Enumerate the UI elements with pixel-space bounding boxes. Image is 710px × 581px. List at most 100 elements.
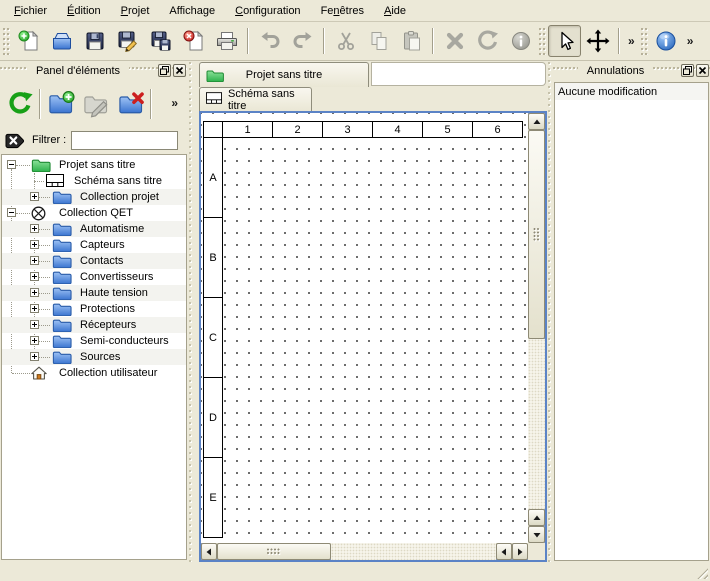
horizontal-scroll-track[interactable] [331,543,496,560]
row-header: A [203,137,223,218]
delete-icon [443,29,467,53]
left-splitter-handle[interactable] [188,62,196,562]
toolbar-overflow-button[interactable]: » [624,34,639,48]
column-header: 3 [322,121,373,138]
tree-item-capteurs[interactable]: Capteurs [2,237,186,253]
select-tool-button[interactable] [548,25,581,57]
column-header: 5 [422,121,473,138]
tree-item-collection-utilisateur[interactable]: Collection utilisateur [2,365,186,381]
move-tool-button[interactable] [581,25,614,57]
toolbar-drag-handle[interactable] [3,27,10,55]
delete-category-button[interactable] [113,86,148,122]
close-panel-button[interactable] [696,64,709,77]
vertical-scroll-track[interactable] [528,339,545,509]
expand-expander[interactable] [30,288,39,300]
open-button[interactable] [45,25,78,57]
tree-item-haute-tension[interactable]: Haute tension [2,285,186,301]
collapse-expander[interactable] [7,208,16,220]
menu-edition[interactable]: Édition [57,2,111,20]
element-infos-button[interactable] [504,25,537,57]
delete-button[interactable] [438,25,471,57]
tree-item-collection-projet[interactable]: Collection projet [2,189,186,205]
expand-expander[interactable] [30,272,39,284]
toolbar-drag-handle[interactable] [539,27,546,55]
elements-panel-titlebar: Panel d'éléments [0,62,188,80]
tab-schema[interactable]: Schéma sans titre [199,87,312,111]
pointer-icon [553,29,577,53]
tree-item-sources[interactable]: Sources [2,349,186,365]
tab-project[interactable]: Projet sans titre [199,62,369,87]
menu-aide[interactable]: Aide [374,2,416,20]
rotate-button[interactable] [471,25,504,57]
copy-icon [367,29,391,53]
filter-input[interactable] [71,131,178,150]
expand-expander[interactable] [30,320,39,332]
scroll-up-button-2[interactable] [528,509,545,526]
scroll-down-button[interactable] [528,526,545,543]
collapse-expander[interactable] [7,160,16,172]
expand-expander[interactable] [30,224,39,236]
edit-category-button[interactable] [78,86,113,122]
save-button[interactable] [78,25,111,57]
copy-button[interactable] [362,25,395,57]
filter-label: Filtrer : [32,134,66,146]
collections-toolbar: » [0,82,188,126]
undo-panel: Annulations Aucune modification [553,62,710,581]
cut-button[interactable] [329,25,362,57]
scroll-up-button[interactable] [528,113,545,130]
expand-expander[interactable] [30,352,39,364]
expand-expander[interactable] [30,256,39,268]
diagram-view: 1 2 3 4 5 6 A B C D E [199,111,547,562]
close-panel-button[interactable] [173,64,186,77]
redo-button[interactable] [286,25,319,57]
expand-expander[interactable] [30,192,39,204]
horizontal-scroll-thumb[interactable] [217,543,331,560]
collections-toolbar-overflow[interactable]: » [167,96,182,110]
paste-button[interactable] [395,25,428,57]
scroll-right-button[interactable] [512,543,528,560]
expand-expander[interactable] [30,336,39,348]
menu-configuration[interactable]: Configuration [225,2,310,20]
tree-item-automatisme[interactable]: Automatisme [2,221,186,237]
menu-projet[interactable]: Projet [111,2,160,20]
tree-item-schema[interactable]: Schéma sans titre [2,173,186,189]
close-document-button[interactable] [177,25,210,57]
tree-item-contacts[interactable]: Contacts [2,253,186,269]
menu-fenetres[interactable]: Fenêtres [311,2,374,20]
menu-affichage[interactable]: Affichage [159,2,225,20]
tree-item-project[interactable]: Projet sans titre [2,157,186,173]
clear-filter-button[interactable] [2,129,28,151]
undo-list-item[interactable]: Aucune modification [555,83,708,100]
edit-category-icon [82,90,110,118]
tab-bar-empty-area [371,62,546,86]
undo-button[interactable] [253,25,286,57]
expand-expander[interactable] [30,240,39,252]
float-panel-button[interactable] [158,64,171,77]
toolbar-separator [432,28,434,54]
toolbar-overflow-button[interactable]: » [683,34,698,48]
tree-item-collection-qet[interactable]: Collection QET [2,205,186,221]
vertical-scroll-thumb[interactable] [528,130,545,339]
scrollbar-corner [528,543,545,560]
new-category-button[interactable] [43,86,78,122]
undo-panel-titlebar: Annulations [553,62,710,80]
float-panel-button[interactable] [681,64,694,77]
reload-collections-button[interactable] [2,86,37,122]
tree-item-semi-conducteurs[interactable]: Semi-conducteurs [2,333,186,349]
new-document-button[interactable] [12,25,45,57]
save-all-button[interactable] [144,25,177,57]
collections-tree: Projet sans titre Schéma sans titre Coll… [1,154,187,560]
tree-item-protections[interactable]: Protections [2,301,186,317]
diagram-canvas[interactable]: 1 2 3 4 5 6 A B C D E [201,113,528,543]
toolbar-drag-handle[interactable] [641,27,648,55]
new-document-icon [17,29,41,53]
scroll-left-button-2[interactable] [496,543,512,560]
print-button[interactable] [210,25,243,57]
expand-expander[interactable] [30,304,39,316]
tree-item-recepteurs[interactable]: Récepteurs [2,317,186,333]
about-info-button[interactable] [650,25,683,57]
menu-fichier[interactable]: Fichier [4,2,57,20]
tree-item-convertisseurs[interactable]: Convertisseurs [2,269,186,285]
scroll-left-button[interactable] [201,543,217,560]
save-as-button[interactable] [111,25,144,57]
